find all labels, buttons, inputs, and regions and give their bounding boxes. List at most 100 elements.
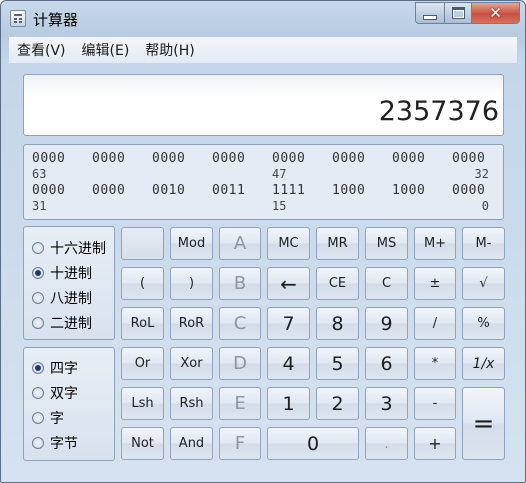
subtract-button[interactable]: - bbox=[414, 387, 456, 420]
bit-position-label: 63 bbox=[32, 167, 47, 181]
bit-group: 1000 bbox=[392, 183, 426, 198]
radio-indicator bbox=[32, 387, 44, 399]
menu-bar: 查看(V) 编辑(E) 帮助(H) bbox=[9, 37, 517, 63]
xor-button[interactable]: Xor bbox=[170, 347, 213, 380]
negate-button[interactable]: ± bbox=[414, 267, 456, 300]
calculator-app-icon bbox=[10, 10, 26, 27]
bit-position-label: 47 bbox=[272, 167, 287, 181]
or-button[interactable]: Or bbox=[121, 347, 164, 380]
backspace-button[interactable]: ← bbox=[267, 267, 310, 300]
rotate-right-button[interactable]: RoR bbox=[170, 307, 213, 340]
display-value: 2357376 bbox=[378, 96, 499, 127]
hex-e-button[interactable]: E bbox=[219, 387, 261, 420]
memory-recall-button[interactable]: MR bbox=[316, 227, 359, 260]
open-paren-button[interactable]: ( bbox=[121, 267, 164, 300]
radio-indicator bbox=[32, 292, 44, 304]
bit-position-label: 15 bbox=[272, 199, 287, 213]
radio-label: 十进制 bbox=[50, 266, 92, 282]
window-title: 计算器 bbox=[33, 11, 79, 29]
bit-group: 0000 bbox=[92, 151, 126, 166]
memory-store-button[interactable]: MS bbox=[365, 227, 408, 260]
minimize-icon bbox=[423, 14, 437, 20]
radio-indicator bbox=[32, 362, 44, 374]
digit-7-button[interactable]: 7 bbox=[267, 307, 310, 340]
digit-8-button[interactable]: 8 bbox=[316, 307, 359, 340]
radio-label: 字节 bbox=[50, 436, 78, 452]
memory-subtract-button[interactable]: M- bbox=[462, 227, 505, 260]
radio-dword[interactable]: 双字 bbox=[32, 383, 78, 403]
menu-view[interactable]: 查看(V) bbox=[9, 40, 74, 60]
close-paren-button[interactable]: ) bbox=[170, 267, 213, 300]
mod-button[interactable]: Mod bbox=[170, 227, 213, 260]
clear-entry-button[interactable]: CE bbox=[316, 267, 359, 300]
bit-group: 1000 bbox=[332, 183, 366, 198]
calculator-window: 计算器 ✕ 查看(V) 编辑(E) 帮助(H) 2357376 0000 000… bbox=[0, 0, 526, 483]
blank-button[interactable] bbox=[121, 227, 164, 260]
add-button[interactable]: + bbox=[414, 427, 456, 460]
menu-edit[interactable]: 编辑(E) bbox=[74, 40, 138, 60]
bit-group: 1111 bbox=[272, 183, 306, 198]
radio-label: 四字 bbox=[50, 361, 78, 377]
digit-2-button[interactable]: 2 bbox=[316, 387, 359, 420]
bit-position-label: 31 bbox=[32, 199, 47, 213]
word-size-group: 四字 双字 字 字节 bbox=[23, 347, 115, 461]
radio-oct[interactable]: 八进制 bbox=[32, 288, 92, 308]
radio-qword[interactable]: 四字 bbox=[32, 358, 78, 378]
radio-word[interactable]: 字 bbox=[32, 408, 64, 428]
equals-button[interactable]: = bbox=[462, 387, 505, 460]
not-button[interactable]: Not bbox=[121, 427, 164, 460]
bit-position-label: 32 bbox=[474, 167, 489, 181]
bit-group: 0000 bbox=[152, 151, 186, 166]
bit-group: 0000 bbox=[452, 183, 486, 198]
digit-9-button[interactable]: 9 bbox=[365, 307, 408, 340]
digit-3-button[interactable]: 3 bbox=[365, 387, 408, 420]
digit-0-button[interactable]: 0 bbox=[267, 427, 359, 460]
maximize-button[interactable] bbox=[445, 3, 472, 23]
result-display: 2357376 bbox=[23, 74, 504, 136]
right-shift-button[interactable]: Rsh bbox=[170, 387, 213, 420]
bit-group: 0000 bbox=[272, 151, 306, 166]
radio-label: 双字 bbox=[50, 386, 78, 402]
digit-4-button[interactable]: 4 bbox=[267, 347, 310, 380]
memory-clear-button[interactable]: MC bbox=[267, 227, 310, 260]
menu-help[interactable]: 帮助(H) bbox=[137, 40, 202, 60]
square-root-button[interactable]: √ bbox=[462, 267, 505, 300]
title-bar[interactable]: 计算器 ✕ bbox=[1, 1, 525, 35]
clear-button[interactable]: C bbox=[365, 267, 408, 300]
rotate-left-button[interactable]: RoL bbox=[121, 307, 164, 340]
memory-add-button[interactable]: M+ bbox=[414, 227, 456, 260]
hex-a-button[interactable]: A bbox=[219, 227, 261, 260]
bit-position-label: 0 bbox=[481, 199, 489, 213]
hex-c-button[interactable]: C bbox=[219, 307, 261, 340]
and-button[interactable]: And bbox=[170, 427, 213, 460]
reciprocal-button[interactable]: 1/x bbox=[462, 347, 505, 380]
decimal-point-button[interactable]: . bbox=[365, 427, 408, 460]
bit-group: 0000 bbox=[32, 151, 66, 166]
digit-6-button[interactable]: 6 bbox=[365, 347, 408, 380]
radio-indicator bbox=[32, 412, 44, 424]
digit-1-button[interactable]: 1 bbox=[267, 387, 310, 420]
hex-b-button[interactable]: B bbox=[219, 267, 261, 300]
radio-bin[interactable]: 二进制 bbox=[32, 313, 92, 333]
percent-button[interactable]: % bbox=[462, 307, 505, 340]
multiply-button[interactable]: * bbox=[414, 347, 456, 380]
maximize-icon bbox=[451, 7, 465, 19]
minimize-button[interactable] bbox=[416, 3, 445, 23]
left-shift-button[interactable]: Lsh bbox=[121, 387, 164, 420]
radio-indicator bbox=[32, 242, 44, 254]
binary-bit-display: 0000 0000 0000 0000 0000 0000 0000 0000 … bbox=[23, 144, 504, 220]
close-button[interactable]: ✕ bbox=[472, 3, 519, 23]
hex-d-button[interactable]: D bbox=[219, 347, 261, 380]
divide-button[interactable]: / bbox=[414, 307, 456, 340]
hex-f-button[interactable]: F bbox=[219, 427, 261, 460]
radio-hex[interactable]: 十六进制 bbox=[32, 238, 106, 258]
bit-group: 0000 bbox=[392, 151, 426, 166]
radio-label: 字 bbox=[50, 411, 64, 427]
radio-label: 十六进制 bbox=[50, 241, 106, 257]
digit-5-button[interactable]: 5 bbox=[316, 347, 359, 380]
radio-byte[interactable]: 字节 bbox=[32, 433, 78, 453]
backspace-arrow-icon: ← bbox=[280, 271, 297, 296]
radio-dec[interactable]: 十进制 bbox=[32, 263, 92, 283]
bit-group: 0000 bbox=[32, 183, 66, 198]
radio-label: 二进制 bbox=[50, 316, 92, 332]
